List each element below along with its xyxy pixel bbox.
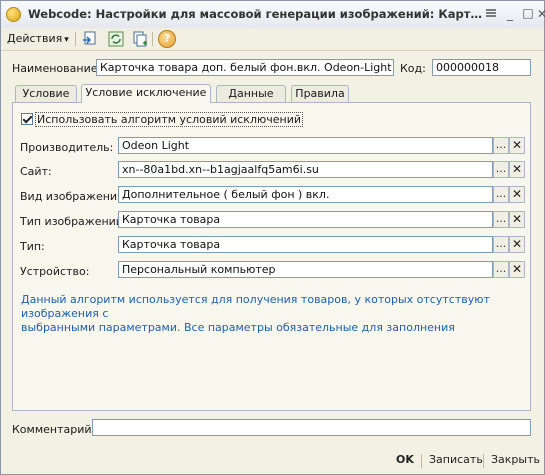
copy-icon[interactable] [131,30,149,48]
app-icon [6,7,21,22]
type-label: Тип: [20,240,45,253]
toolbar: Действия ▾ ? [1,28,544,51]
use-algorithm-checkbox[interactable] [21,113,33,125]
refresh-icon[interactable] [107,30,125,48]
ok-button[interactable]: OK [396,452,414,468]
image-type-select-button[interactable]: ... [493,211,509,228]
image-kind-field[interactable]: Дополнительное ( белый фон ) вкл. [118,186,493,203]
manufacturer-field[interactable]: Odeon Light [118,137,493,154]
menu-lines-icon [486,9,496,17]
site-label: Сайт: [20,165,52,178]
minimize-button[interactable]: _ [502,6,518,22]
image-kind-clear-button[interactable]: ✕ [509,186,525,203]
manufacturer-label: Производитель: [20,141,114,154]
use-algorithm-label[interactable]: Использовать алгоритм условий исключений [35,112,303,127]
image-type-label: Тип изображений: [20,215,127,228]
code-label: Код: [400,62,426,75]
image-kind-select-button[interactable]: ... [493,186,509,203]
site-clear-button[interactable]: ✕ [509,161,525,178]
go-to-icon[interactable] [81,30,99,48]
name-field[interactable]: Карточка товара доп. белый фон.вкл. Odeo… [96,59,394,76]
comment-label: Комментарий: [12,423,96,436]
manufacturer-clear-button[interactable]: ✕ [509,137,525,154]
toolbar-separator [75,32,76,46]
image-type-field[interactable]: Карточка товара [118,211,493,228]
device-select-button[interactable]: ... [493,261,509,278]
device-label: Устройство: [20,265,90,278]
type-clear-button[interactable]: ✕ [509,236,525,253]
image-kind-label: Вид изображения: [20,190,128,203]
title-bar[interactable]: Webcode: Настройки для массовой генераци… [1,1,545,29]
type-field[interactable]: Карточка товара [118,236,493,253]
actions-menu-button[interactable]: Действия ▾ [7,30,69,48]
type-select-button[interactable]: ... [493,236,509,253]
site-field[interactable]: xn--80a1bd.xn--b1agjaalfq5am6i.su [118,161,493,178]
tab-condition-exclusion[interactable]: Условие исключение [81,84,211,103]
maximize-button[interactable]: □ [520,5,536,21]
code-field[interactable]: 000000018 [432,59,531,76]
device-field[interactable]: Персональный компьютер [118,261,493,278]
tab-condition[interactable]: Условие [15,85,77,102]
toolbar-separator [152,32,153,46]
window-title: Webcode: Настройки для массовой генераци… [28,7,483,21]
help-icon[interactable]: ? [158,30,176,48]
actions-label: Действия [7,32,63,45]
info-line-1: Данный алгоритм используется для получен… [21,293,490,320]
chevron-down-icon: ▾ [64,35,69,45]
site-select-button[interactable]: ... [493,161,509,178]
tab-data[interactable]: Данные [216,85,286,102]
save-button[interactable]: Записать [429,452,483,468]
device-clear-button[interactable]: ✕ [509,261,525,278]
manufacturer-select-button[interactable]: ... [493,137,509,154]
name-label: Наименование: [12,62,102,75]
close-window-button[interactable]: ✕ [537,6,545,22]
settings-window: Webcode: Настройки для массовой генераци… [0,0,545,475]
image-type-clear-button[interactable]: ✕ [509,211,525,228]
info-text: Данный алгоритм используется для получен… [21,293,521,335]
footer-separator [421,454,422,468]
menu-icon[interactable] [483,6,499,22]
footer-separator [483,454,484,468]
info-line-2: выбранными параметрами. Все параметры об… [21,321,455,334]
close-button[interactable]: Закрыть [491,452,540,468]
tab-rules[interactable]: Правила [291,85,349,102]
comment-field[interactable] [92,419,531,436]
